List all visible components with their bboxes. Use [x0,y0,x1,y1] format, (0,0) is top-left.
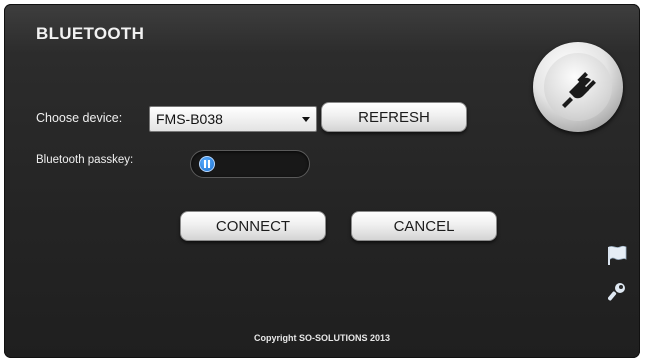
window-title: BLUETOOTH [36,24,145,43]
refresh-button[interactable]: REFRESH [321,102,467,132]
connect-button[interactable]: CONNECT [180,211,326,241]
wrench-icon[interactable] [608,282,626,302]
plug-button-face [544,53,612,121]
bluetooth-window: BLUETOOTH Choose device: FMS-B038 REFRES… [4,4,640,358]
device-select-value: FMS-B038 [156,111,223,127]
passkey-label: Bluetooth passkey: [36,154,134,166]
passkey-input[interactable] [190,150,310,178]
copyright-text: Copyright SO-SOLUTIONS 2013 [253,333,391,343]
plug-icon [562,72,596,108]
connect-plug-button[interactable] [533,42,623,132]
choose-device-label: Choose device: [36,111,123,125]
chevron-down-icon [302,117,310,122]
cancel-button[interactable]: CANCEL [351,211,497,241]
device-select[interactable]: FMS-B038 [149,106,317,132]
passkey-cursor-icon [199,156,215,172]
flag-icon[interactable] [606,244,628,266]
